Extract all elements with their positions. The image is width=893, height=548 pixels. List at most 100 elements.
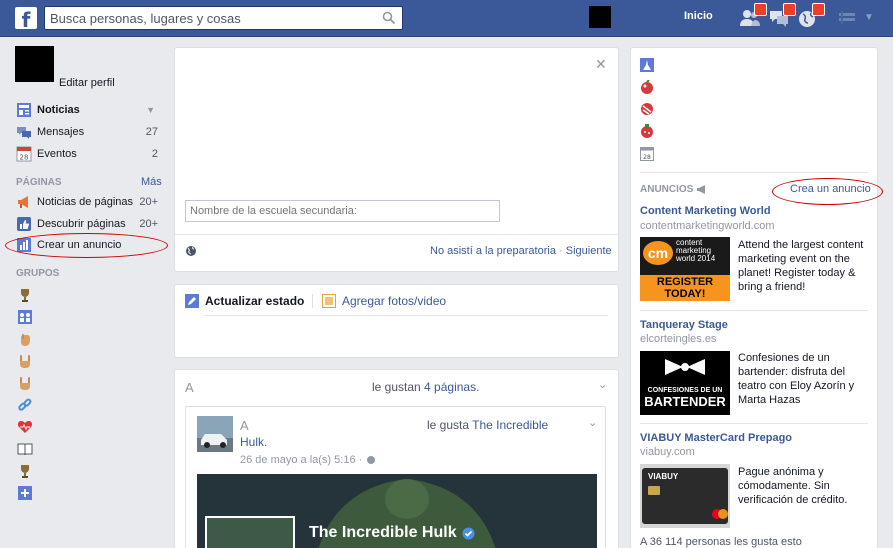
page-cover-image[interactable]: The Incredible Hulk xyxy=(197,474,597,548)
next-link[interactable]: Siguiente xyxy=(566,245,612,257)
ad-body[interactable]: Pague anónima y cómodamente. Sin verific… xyxy=(738,465,870,507)
page-name[interactable]: The Incredible Hulk xyxy=(309,524,457,542)
notification-badge xyxy=(754,3,767,16)
messages-icon[interactable] xyxy=(768,3,796,28)
ad-image[interactable]: CONFESIONES DE UN BARTENDER xyxy=(640,351,730,415)
sidebar-item-label: Noticias xyxy=(37,104,80,116)
ad-url[interactable]: viabuy.com xyxy=(640,446,695,458)
post-like-text: le gusta The Incredible xyxy=(427,418,549,432)
ad-image[interactable]: cm content marketing world 2014 REGISTER… xyxy=(640,237,730,301)
heart-icon[interactable] xyxy=(17,419,33,435)
app-icon[interactable] xyxy=(640,58,654,72)
chevron-down-icon[interactable]: ⌄ xyxy=(598,378,607,391)
home-link[interactable]: Inicio xyxy=(684,10,713,22)
trophy-icon[interactable] xyxy=(17,463,33,479)
notification-badge xyxy=(812,3,825,16)
sidebar-item-count: 27 xyxy=(145,126,158,138)
divider xyxy=(175,234,618,235)
like-icon xyxy=(16,216,32,232)
close-icon[interactable]: ✕ xyxy=(595,56,607,73)
sidebar-item-events[interactable]: 28 Eventos 2 xyxy=(16,145,161,163)
profile-avatar[interactable] xyxy=(589,6,611,28)
divider xyxy=(640,423,868,424)
globe-icon xyxy=(367,456,376,464)
game-icon[interactable] xyxy=(640,80,654,94)
messages-icon xyxy=(16,124,32,140)
trophy-icon[interactable] xyxy=(17,287,33,303)
page-profile-thumbnail[interactable] xyxy=(205,516,295,548)
post-thumbnail[interactable] xyxy=(197,416,233,452)
story-like-text: le gustan 4 páginas. xyxy=(372,380,480,394)
facebook-logo[interactable]: f xyxy=(15,7,37,29)
ad-url[interactable]: elcorteingles.es xyxy=(640,333,716,345)
tab-label: Actualizar estado xyxy=(205,294,305,308)
sidebar-item-messages[interactable]: Mensajes 27 xyxy=(16,123,161,141)
story-actor[interactable]: A xyxy=(185,380,194,395)
game-icon[interactable] xyxy=(640,102,654,116)
ad-image[interactable]: VIABUY xyxy=(640,464,730,528)
rock-hand-icon[interactable] xyxy=(17,353,33,369)
search-input[interactable] xyxy=(45,7,375,29)
book-icon[interactable] xyxy=(17,441,33,457)
edit-profile-link[interactable]: Editar perfil xyxy=(59,77,115,89)
top-bar: f Inicio ▼ xyxy=(0,0,893,37)
notification-badge xyxy=(783,3,796,16)
verified-badge-icon xyxy=(462,527,475,539)
pencil-icon xyxy=(185,294,199,308)
create-group-plus-icon[interactable] xyxy=(17,485,33,501)
megaphone-icon xyxy=(16,194,32,210)
megaphone-icon xyxy=(697,185,706,194)
school-name-input[interactable] xyxy=(185,200,500,222)
ad-title[interactable]: Tanqueray Stage xyxy=(640,319,728,331)
notifications-globe-icon[interactable] xyxy=(797,3,825,28)
annotation-circle xyxy=(772,178,883,205)
search-box[interactable] xyxy=(44,6,403,30)
post-timestamp[interactable]: 26 de mayo a la(s) 5:16 · xyxy=(240,454,376,466)
newsfeed-icon xyxy=(16,102,32,118)
sidebar-item-label: Mensajes xyxy=(37,126,85,138)
svg-text:28: 28 xyxy=(20,154,29,162)
groups-section-header: GRUPOS xyxy=(16,268,60,279)
chevron-down-icon[interactable]: ▼ xyxy=(146,105,155,115)
tab-update-status[interactable]: Actualizar estado xyxy=(185,294,304,308)
composer-input-line[interactable] xyxy=(205,315,608,316)
likes-count-text[interactable]: A 36 114 personas les gusta esto xyxy=(640,536,802,548)
sidebar-item-count: 2 xyxy=(151,148,158,160)
globe-icon xyxy=(186,246,196,256)
privacy-shortcuts-icon[interactable] xyxy=(838,10,856,26)
game-icon[interactable] xyxy=(640,124,654,138)
ad-body[interactable]: Attend the largest content marketing eve… xyxy=(738,238,870,294)
annotation-circle xyxy=(5,233,168,258)
ad-title[interactable]: Content Marketing World xyxy=(640,205,771,217)
tab-add-photo-video[interactable]: Agregar fotos/video xyxy=(322,294,446,308)
settings-dropdown-icon[interactable]: ▼ xyxy=(864,12,874,23)
sidebar-item-label: Eventos xyxy=(37,148,77,160)
hand-icon[interactable] xyxy=(17,331,33,347)
link-icon[interactable] xyxy=(17,397,33,413)
ad-url[interactable]: contentmarketingworld.com xyxy=(640,220,775,232)
post-actor[interactable]: A xyxy=(240,418,249,433)
school-prompt-footer: No asistí a la preparatoria · Siguiente xyxy=(430,245,612,257)
ad-title[interactable]: VIABUY MasterCard Prepago xyxy=(640,432,792,444)
ads-section-header: ANUNCIOS xyxy=(640,184,707,195)
sidebar-item-pages-feed[interactable]: Noticias de páginas 20+ xyxy=(16,193,161,211)
hulk-page-link[interactable]: Hulk. xyxy=(240,435,267,449)
group-icon[interactable] xyxy=(17,309,33,325)
sidebar-item-news-feed[interactable]: Noticias ▼ xyxy=(16,101,161,119)
calendar-icon[interactable]: 28 xyxy=(640,147,654,161)
pages-link[interactable]: 4 páginas. xyxy=(424,380,479,394)
photo-icon xyxy=(322,294,336,308)
chevron-down-icon[interactable]: ⌄ xyxy=(588,416,597,429)
profile-picture[interactable] xyxy=(15,46,54,82)
hulk-page-link[interactable]: The Incredible xyxy=(472,418,548,432)
tab-label: Agregar fotos/video xyxy=(342,294,447,308)
divider xyxy=(312,294,313,308)
rock-hand-icon[interactable] xyxy=(17,375,33,391)
pages-section-header: PÁGINAS xyxy=(16,177,62,188)
friend-requests-icon[interactable] xyxy=(739,3,767,28)
search-icon[interactable] xyxy=(382,11,396,25)
ad-body[interactable]: Confesiones de un bartender: disfruta de… xyxy=(738,351,870,407)
sidebar-item-discover-pages[interactable]: Descubrir páginas 20+ xyxy=(16,215,161,233)
skip-school-link[interactable]: No asistí a la preparatoria xyxy=(430,245,556,257)
pages-more-link[interactable]: Más xyxy=(141,176,162,188)
